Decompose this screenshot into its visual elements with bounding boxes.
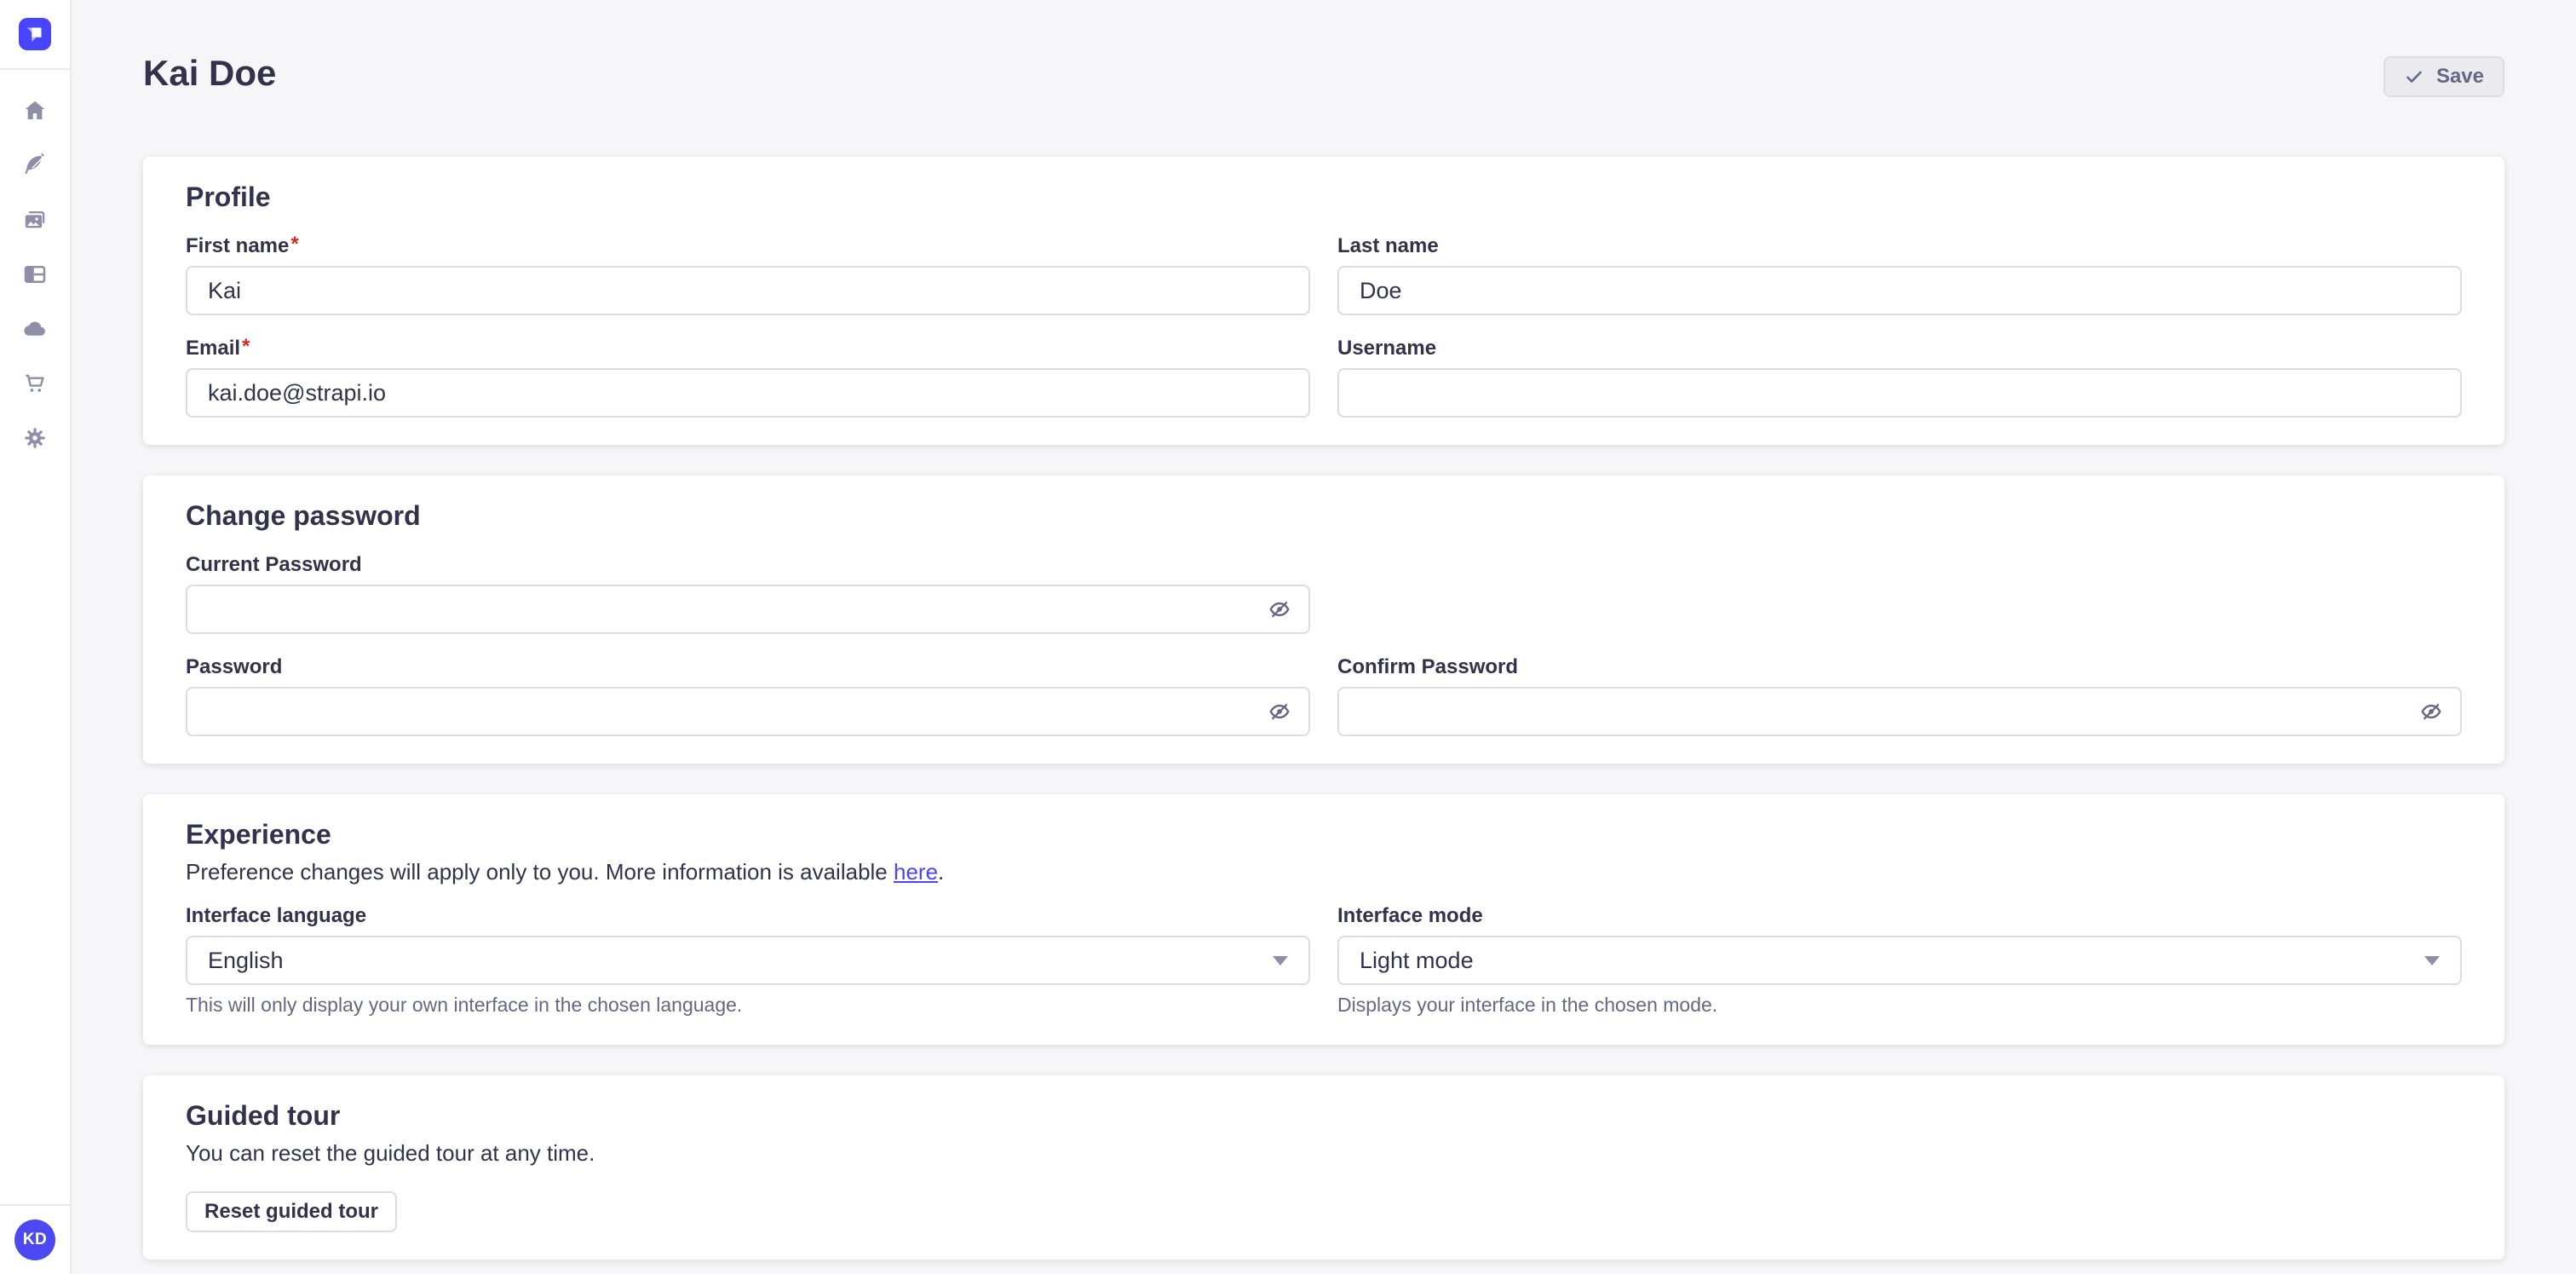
sidebar-item-content-manager[interactable] bbox=[14, 145, 55, 186]
more-information-link[interactable]: here bbox=[894, 859, 938, 885]
eye-off-icon bbox=[1268, 598, 1291, 620]
chevron-down-icon bbox=[2424, 956, 2440, 966]
images-icon bbox=[22, 207, 48, 233]
sidebar-nav bbox=[0, 70, 70, 458]
sidebar-user-area: KD bbox=[0, 1204, 70, 1274]
profile-grid: First name* Last name Email* bbox=[186, 233, 2462, 418]
toggle-password-visibility-button[interactable] bbox=[2419, 700, 2443, 723]
last-name-label: Last name bbox=[1337, 233, 1439, 259]
chevron-down-icon bbox=[1273, 956, 1288, 966]
sidebar-item-settings[interactable] bbox=[14, 418, 55, 458]
cart-icon bbox=[22, 371, 48, 396]
field-username: Username bbox=[1337, 336, 2462, 418]
profile-section-title: Profile bbox=[186, 181, 2462, 213]
current-password-label: Current Password bbox=[186, 552, 362, 578]
password-grid: Current Password bbox=[186, 552, 2462, 736]
sidebar-item-marketplace[interactable] bbox=[14, 363, 55, 404]
username-input[interactable] bbox=[1337, 368, 2462, 418]
check-icon bbox=[2404, 66, 2424, 87]
sidebar-item-home[interactable] bbox=[14, 90, 55, 131]
current-password-wrap bbox=[186, 585, 1310, 634]
avatar[interactable]: KD bbox=[14, 1219, 55, 1260]
required-asterisk: * bbox=[290, 233, 298, 256]
password-label: Password bbox=[186, 654, 282, 680]
guided-tour-section-title: Guided tour bbox=[186, 1099, 2462, 1132]
first-name-label: First name bbox=[186, 233, 289, 259]
sidebar-item-cloud[interactable] bbox=[14, 308, 55, 349]
current-password-input[interactable] bbox=[186, 585, 1310, 634]
profile-card: Profile First name* Last name Email bbox=[143, 157, 2504, 445]
eye-off-icon bbox=[2420, 700, 2442, 723]
toggle-password-visibility-button[interactable] bbox=[1268, 700, 1291, 723]
strapi-logo[interactable] bbox=[19, 18, 51, 50]
page-header: Kai Doe Save bbox=[143, 0, 2504, 97]
experience-grid: Interface language English This will onl… bbox=[186, 903, 2462, 1017]
change-password-card: Change password Current Password bbox=[143, 476, 2504, 764]
main-content: Kai Doe Save Profile First name* bbox=[72, 0, 2576, 1260]
first-name-input[interactable] bbox=[186, 266, 1310, 315]
field-first-name: First name* bbox=[186, 233, 1310, 315]
layout-icon bbox=[22, 262, 48, 287]
sidebar: KD bbox=[0, 0, 72, 1274]
field-email: Email* bbox=[186, 336, 1310, 418]
strapi-logo-icon bbox=[22, 21, 48, 47]
guided-tour-card: Guided tour You can reset the guided tou… bbox=[143, 1075, 2504, 1260]
email-label: Email bbox=[186, 336, 240, 361]
home-icon bbox=[22, 98, 48, 124]
gear-icon bbox=[22, 425, 48, 451]
save-button[interactable]: Save bbox=[2383, 56, 2504, 97]
experience-description-text: Preference changes will apply only to yo… bbox=[186, 859, 894, 885]
confirm-password-label: Confirm Password bbox=[1337, 654, 1518, 680]
page-title: Kai Doe bbox=[143, 51, 276, 95]
save-button-label: Save bbox=[2436, 65, 2484, 89]
app-root: KD Kai Doe Save Profile First name* bbox=[0, 0, 2576, 1260]
email-input[interactable] bbox=[186, 368, 1310, 418]
experience-section-title: Experience bbox=[186, 818, 2462, 850]
required-asterisk: * bbox=[242, 336, 250, 358]
feather-icon bbox=[22, 153, 48, 178]
interface-mode-select[interactable]: Light mode bbox=[1337, 936, 2462, 985]
field-interface-language: Interface language English This will onl… bbox=[186, 903, 1310, 1017]
field-confirm-password: Confirm Password bbox=[1337, 654, 2462, 736]
experience-description-period: . bbox=[938, 859, 944, 885]
confirm-password-input[interactable] bbox=[1337, 687, 2462, 736]
interface-language-hint: This will only display your own interfac… bbox=[186, 992, 1310, 1017]
field-interface-mode: Interface mode Light mode Displays your … bbox=[1337, 903, 2462, 1017]
eye-off-icon bbox=[1268, 700, 1291, 723]
last-name-input[interactable] bbox=[1337, 266, 2462, 315]
guided-tour-description: You can reset the guided tour at any tim… bbox=[186, 1139, 2462, 1167]
field-last-name: Last name bbox=[1337, 233, 2462, 315]
interface-mode-hint: Displays your interface in the chosen mo… bbox=[1337, 992, 2462, 1017]
field-current-password: Current Password bbox=[186, 552, 1310, 634]
logo-area bbox=[0, 0, 70, 70]
password-input[interactable] bbox=[186, 687, 1310, 736]
password-wrap bbox=[186, 687, 1310, 736]
experience-description: Preference changes will apply only to yo… bbox=[186, 857, 2462, 886]
interface-language-label: Interface language bbox=[186, 903, 366, 929]
interface-language-value: English bbox=[208, 948, 284, 974]
toggle-password-visibility-button[interactable] bbox=[1268, 597, 1291, 621]
field-new-password: Password bbox=[186, 654, 1310, 736]
sidebar-item-media-library[interactable] bbox=[14, 199, 55, 240]
confirm-password-wrap bbox=[1337, 687, 2462, 736]
sidebar-item-content-type-builder[interactable] bbox=[14, 254, 55, 295]
interface-language-select[interactable]: English bbox=[186, 936, 1310, 985]
cloud-icon bbox=[22, 316, 48, 342]
reset-guided-tour-button[interactable]: Reset guided tour bbox=[186, 1191, 397, 1232]
username-label: Username bbox=[1337, 336, 1436, 361]
password-section-title: Change password bbox=[186, 499, 2462, 532]
experience-card: Experience Preference changes will apply… bbox=[143, 794, 2504, 1045]
interface-mode-label: Interface mode bbox=[1337, 903, 1483, 929]
interface-mode-value: Light mode bbox=[1360, 948, 1474, 974]
